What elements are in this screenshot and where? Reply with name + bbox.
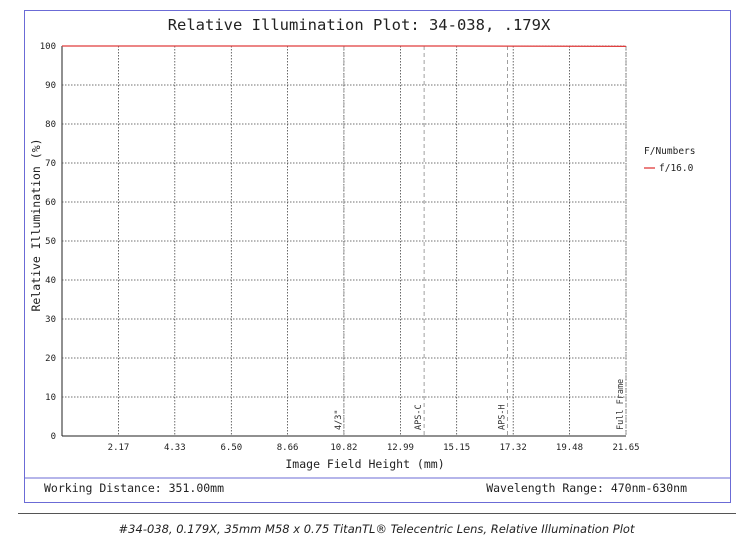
x-tick-label: 8.66 (277, 443, 299, 453)
legend-entry-label: f/16.0 (659, 163, 694, 174)
working-distance: Working Distance: 351.00mm (44, 481, 224, 495)
sensor-marker-label: APS-C (414, 404, 424, 430)
y-tick-label: 10 (45, 393, 56, 403)
y-tick-label: 90 (45, 81, 56, 91)
relative-illumination-chart: Relative Illumination Plot: 34-038, .179… (25, 16, 730, 495)
x-tick-label: 4.33 (164, 443, 186, 453)
x-tick-label: 2.17 (108, 443, 130, 453)
y-tick-label: 40 (45, 276, 56, 286)
sensor-marker-label: Full Frame (616, 379, 626, 430)
sensor-marker-label: 4/3" (334, 410, 344, 430)
x-tick-label: 19.48 (556, 443, 583, 453)
y-tick-label: 60 (45, 198, 56, 208)
x-tick-label: 15.15 (443, 443, 470, 453)
figure-caption: #34-038, 0.179X, 35mm M58 x 0.75 TitanTL… (118, 522, 635, 536)
legend-title: F/Numbers (644, 146, 695, 157)
plot-frame: Relative Illumination Plot: 34-038, .179… (24, 10, 731, 503)
x-tick-label: 21.65 (612, 443, 639, 453)
x-tick-label: 10.82 (330, 443, 357, 453)
y-tick-label: 70 (45, 159, 56, 169)
y-tick-label: 30 (45, 315, 56, 325)
chart-title: Relative Illumination Plot: 34-038, .179… (168, 16, 551, 34)
y-tick-label: 50 (45, 237, 56, 247)
y-tick-label: 0 (51, 432, 56, 442)
y-tick-label: 20 (45, 354, 56, 364)
y-axis-label: Relative Illumination (%) (29, 138, 43, 311)
y-tick-label: 80 (45, 120, 56, 130)
x-tick-label: 6.50 (220, 443, 242, 453)
x-tick-label: 12.99 (387, 443, 414, 453)
x-axis-label: Image Field Height (mm) (285, 457, 444, 471)
wavelength-range: Wavelength Range: 470nm-630nm (486, 481, 687, 495)
sensor-marker-label: APS-H (497, 404, 507, 430)
x-tick-label: 17.32 (500, 443, 527, 453)
y-tick-label: 100 (40, 42, 56, 52)
footer-divider (18, 513, 736, 514)
